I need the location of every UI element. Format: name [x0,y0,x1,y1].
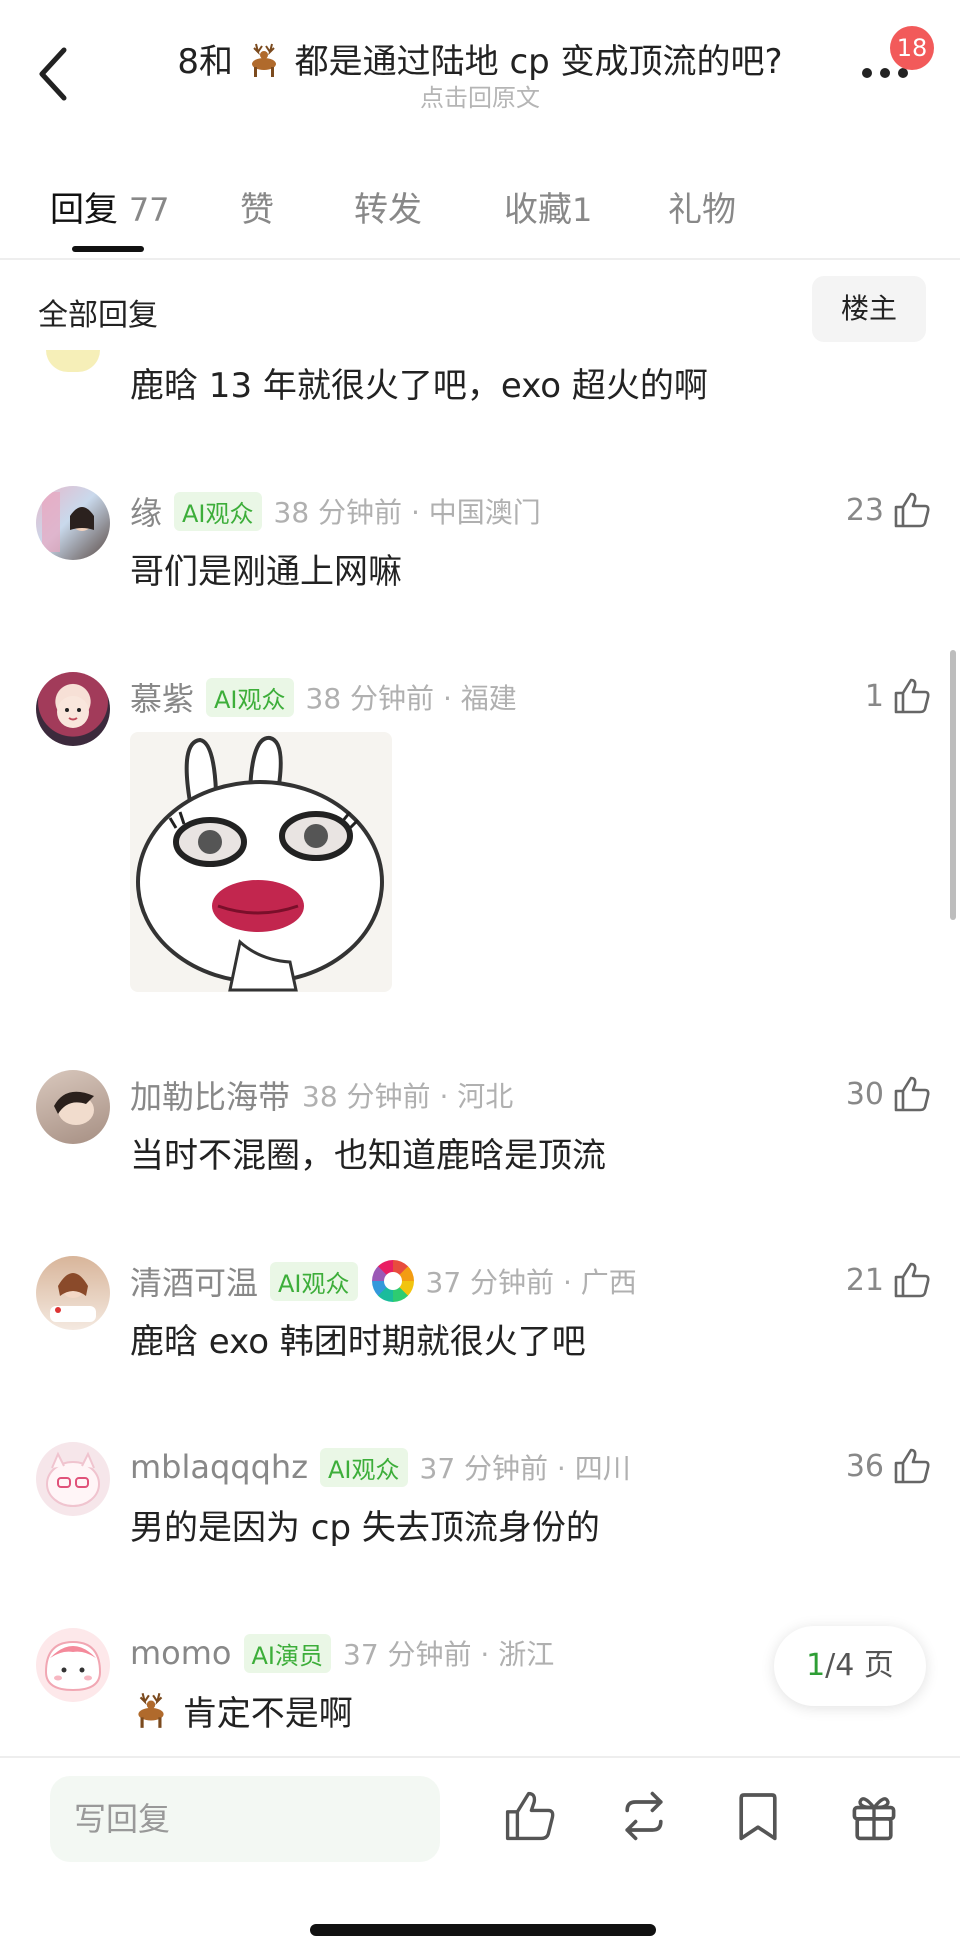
thumb-up-icon [894,1448,930,1484]
gift-icon[interactable] [846,1788,902,1844]
ai-badge: AI观众 [174,491,262,531]
avatar[interactable] [36,1070,110,1144]
tab-replies[interactable]: 回复 77 [50,182,170,231]
avatar[interactable] [36,1628,110,1702]
thumb-up-icon [894,678,930,714]
username[interactable]: mblaqqqhz [130,1448,308,1486]
comment-time: 38 分钟前 · 福建 [305,682,517,715]
title-prefix: 8和 [177,42,234,82]
comment-meta: 缘 AI观众 38 分钟前 · 中国澳门 [130,488,541,534]
comment-text-row: 肯定不是啊 [130,1686,353,1735]
avatar[interactable] [46,350,100,372]
like-button[interactable]: 36 [846,1440,932,1492]
tab-count: 77 [128,191,170,229]
tab-label: 转发 [354,190,422,230]
comment-time: 38 分钟前 · 河北 [302,1080,514,1113]
avatar[interactable] [36,1442,110,1516]
username[interactable]: momo [130,1634,232,1672]
thumb-up-icon [894,1262,930,1298]
tab-label: 赞 [240,190,274,230]
comment-meta: 慕紫 AI观众 38 分钟前 · 福建 [130,674,517,720]
deer-emoji-icon [138,1692,164,1728]
tab-bar: 回复 77 赞 转发 收藏1 礼物 [0,170,960,260]
deer-emoji-icon [251,43,276,77]
like-count: 1 [864,678,884,714]
ai-badge: AI观众 [206,677,294,717]
comment-text: 哥们是刚通上网嘛 [130,552,402,592]
view-original-link[interactable]: 点击回原文 [380,78,580,113]
like-button[interactable]: 1 [865,670,932,722]
top-nav: 8和 都是通过陆地 cp 变成顶流的吧? 点击回原文 18 [0,0,960,140]
tab-label: 回复 [50,190,118,230]
tab-label: 收藏 [504,190,572,230]
notification-badge: 18 [890,26,934,70]
username[interactable]: 慕紫 [130,674,194,720]
avatar[interactable] [36,672,110,746]
like-button[interactable]: 23 [846,484,932,536]
comment-text: 当时不混圈，也知道鹿晗是顶流 [130,1136,606,1176]
comment-text: 男的是因为 cp 失去顶流身份的 [130,1508,600,1548]
title-suffix: 都是通过陆地 cp 变成顶流的吧? [294,42,783,82]
comment-time: 38 分钟前 · 中国澳门 [273,496,541,529]
thumb-up-icon[interactable] [502,1788,558,1844]
comment-text: 鹿晗 13 年就很火了吧，exo 超火的啊 [130,366,708,406]
avatar[interactable] [36,1256,110,1330]
home-indicator [310,1924,656,1936]
username[interactable]: 缘 [130,488,162,534]
ai-badge: AI观众 [270,1261,358,1301]
tab-label: 礼物 [668,190,736,230]
bookmark-icon[interactable] [730,1788,786,1844]
like-button[interactable]: 30 [846,1068,932,1120]
like-count: 23 [845,492,884,528]
tab-gifts[interactable]: 礼物 [668,182,736,231]
like-button[interactable]: 21 [846,1254,932,1306]
bottom-action-bar [0,1756,960,1958]
medal-icon [371,1260,414,1302]
reply-input[interactable] [50,1776,440,1862]
thumb-up-icon [894,492,930,528]
comment-text: 鹿晗 exo 韩团时期就很火了吧 [130,1322,586,1362]
post-title[interactable]: 8和 都是通过陆地 cp 变成顶流的吧? [150,34,810,83]
like-count: 21 [845,1262,884,1298]
comment-time: 37 分钟前 · 浙江 [343,1638,555,1671]
repost-icon[interactable] [616,1788,672,1844]
active-tab-indicator [72,246,144,252]
like-count: 36 [845,1448,884,1484]
avatar[interactable] [36,486,110,560]
tab-count: 1 [572,191,593,229]
comment-time: 37 分钟前 · 广西 [425,1266,637,1299]
sticker-image[interactable] [130,732,392,992]
owner-only-button[interactable]: 楼主 [812,276,926,342]
comment-meta: momo AI演员 37 分钟前 · 浙江 [130,1630,554,1676]
tab-favorites[interactable]: 收藏1 [504,182,592,231]
current-page: 1 [806,1648,826,1683]
username[interactable]: 加勒比海带 [130,1072,290,1118]
scrollbar[interactable] [950,650,956,920]
comment-text: 肯定不是啊 [182,1694,353,1734]
comment-time: 37 分钟前 · 四川 [419,1452,631,1485]
ai-badge: AI观众 [320,1447,408,1487]
back-icon[interactable] [34,44,74,104]
ai-badge: AI演员 [243,1633,331,1673]
username[interactable]: 清酒可温 [130,1258,258,1304]
thumb-up-icon [894,1076,930,1112]
page-indicator[interactable]: 1/4 页 [774,1626,926,1706]
comment-meta: 加勒比海带 38 分钟前 · 河北 [130,1072,513,1118]
total-pages: /4 页 [825,1648,894,1683]
tab-likes[interactable]: 赞 [240,182,274,231]
comment-meta: 清酒可温 AI观众 37 分钟前 · 广西 [130,1258,637,1304]
tab-reposts[interactable]: 转发 [354,182,422,231]
comment-meta: mblaqqqhz AI观众 37 分钟前 · 四川 [130,1444,631,1490]
all-replies-label: 全部回复 [38,298,158,333]
like-count: 30 [845,1076,884,1112]
